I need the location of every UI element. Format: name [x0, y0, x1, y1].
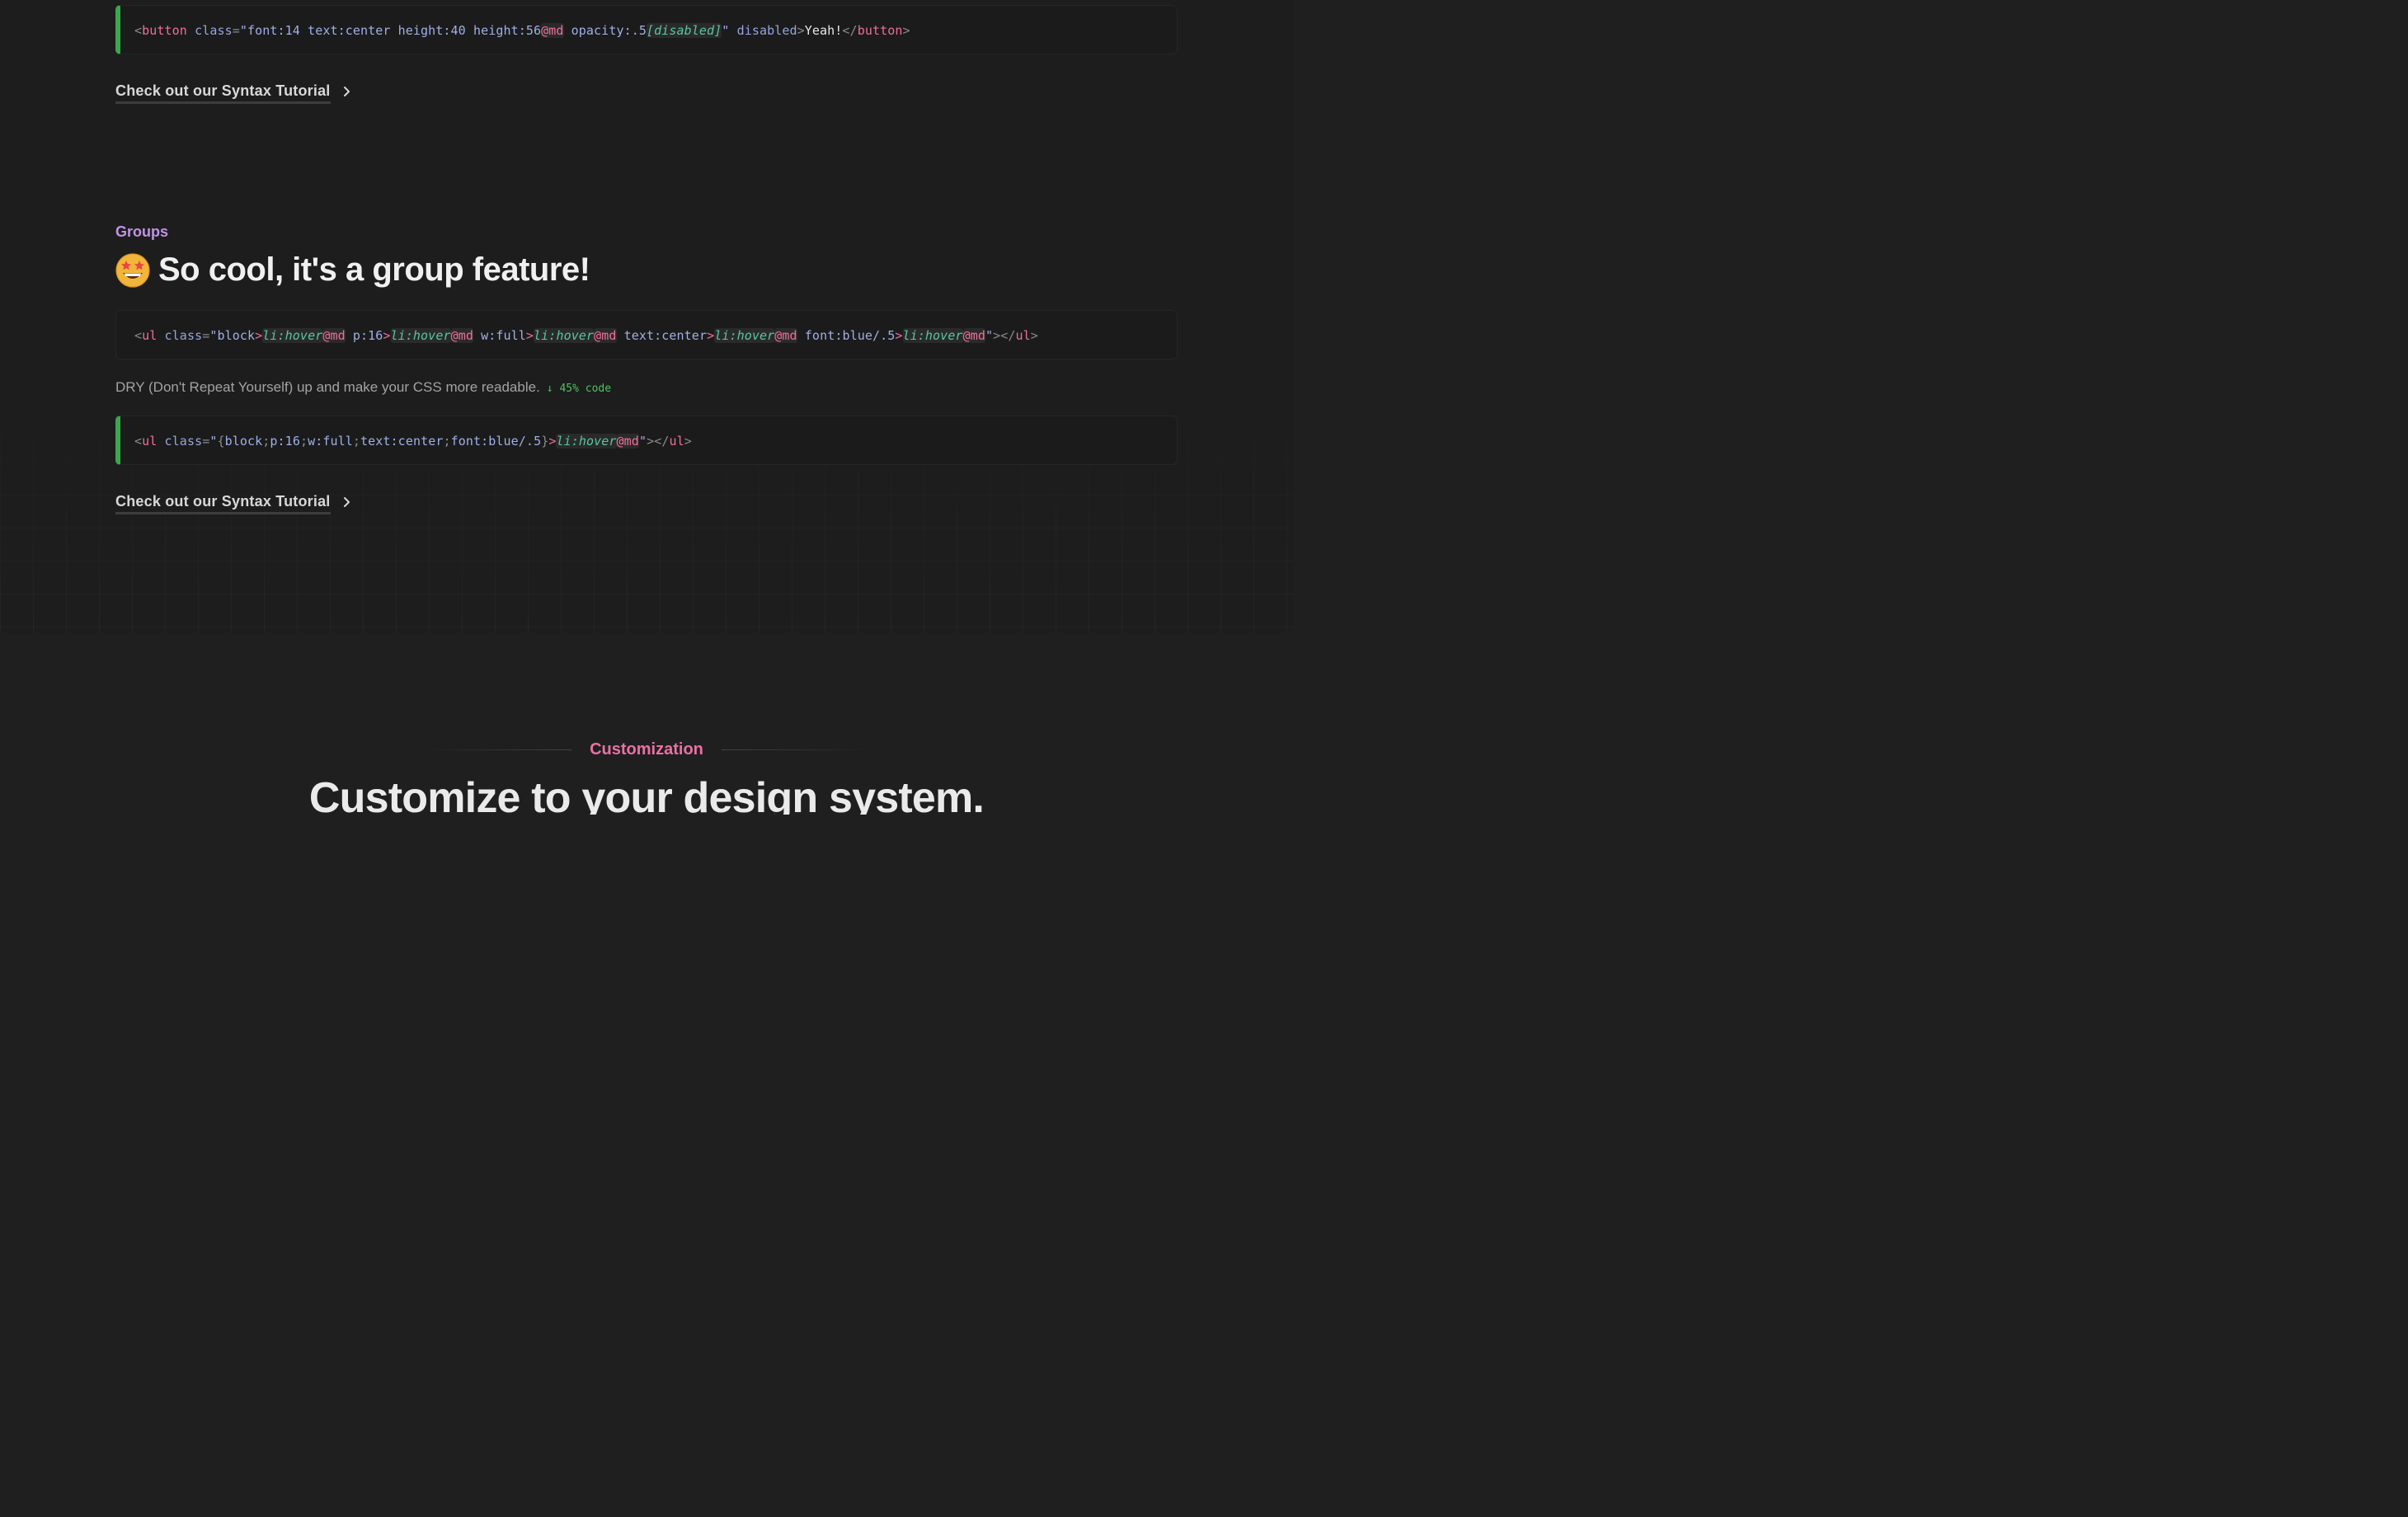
- code-token: p:16: [270, 434, 300, 449]
- code-token: class: [195, 23, 233, 38]
- code-token: [disabled]: [646, 23, 722, 38]
- syntax-tutorial-link-2[interactable]: Check out our Syntax Tutorial: [115, 493, 352, 514]
- code-token: =: [232, 23, 240, 38]
- code-block-group-compact: <ul class="{block;p:16;w:full;text:cente…: [115, 416, 1178, 465]
- code-token: >: [902, 23, 910, 38]
- code-token: <: [134, 328, 143, 343]
- code-token: ": [722, 23, 730, 38]
- code-token: li:hover: [534, 328, 595, 343]
- code-token: opacity:.5: [563, 23, 647, 38]
- code-token: >: [383, 328, 391, 343]
- code-token: @md: [616, 434, 639, 449]
- customization-eyebrow-label: Customization: [590, 740, 703, 758]
- code-token: >: [525, 328, 534, 343]
- code-token: w:full: [473, 328, 526, 343]
- code-token: font:blue/.5: [450, 434, 542, 449]
- code-token: =: [202, 328, 210, 343]
- code-token: ": [985, 328, 994, 343]
- groups-title: So cool, it's a group feature!: [158, 251, 590, 288]
- code-token: p:16: [345, 328, 383, 343]
- syntax-tutorial-link-label: Check out our Syntax Tutorial: [115, 82, 331, 104]
- code-token: button: [857, 23, 903, 38]
- divider-line: [721, 749, 870, 750]
- code-token: ": [239, 23, 248, 38]
- code-token: <: [134, 434, 143, 449]
- code-token: >: [647, 434, 655, 449]
- code-token: li:hover: [390, 328, 451, 343]
- code-token: </: [654, 434, 670, 449]
- code-token: >: [255, 328, 263, 343]
- syntax-tutorial-link[interactable]: Check out our Syntax Tutorial: [115, 82, 352, 104]
- code-token: @md: [541, 23, 564, 38]
- code-token: ul: [142, 434, 158, 449]
- page: <button class="font:14 text:center heigh…: [0, 0, 1293, 815]
- code-token: <: [134, 23, 143, 38]
- code-token: >: [1030, 328, 1038, 343]
- code-token: >: [797, 23, 805, 38]
- code-token: font:14 text:center height:40 height:56: [247, 23, 542, 38]
- code-token: ;: [443, 434, 451, 449]
- customization-eyebrow: Customization: [0, 740, 1293, 759]
- code-token: @md: [774, 328, 797, 343]
- code-block-button-example: <button class="font:14 text:center heigh…: [115, 5, 1178, 54]
- code-token: disabled: [736, 23, 797, 38]
- code-token: li:hover: [902, 328, 963, 343]
- code-token: class: [164, 434, 203, 449]
- code-token: class: [164, 328, 203, 343]
- code-token: ;: [352, 434, 361, 449]
- groups-eyebrow: Groups: [115, 223, 169, 240]
- divider-line: [423, 749, 572, 750]
- code-token: {: [217, 434, 225, 449]
- code-token: ": [638, 434, 647, 449]
- code-token: ul: [669, 434, 684, 449]
- code-token: text:center: [616, 328, 708, 343]
- code-token: li:hover: [262, 328, 323, 343]
- code-token: @md: [450, 328, 473, 343]
- code-token: @md: [322, 328, 346, 343]
- code-token: button: [142, 23, 187, 38]
- code-block-group-verbose: <ul class="block>li:hover@md p:16>li:hov…: [115, 310, 1178, 359]
- code-token: @md: [962, 328, 985, 343]
- code-token: }: [541, 434, 549, 449]
- code-token: >: [684, 434, 692, 449]
- star-struck-emoji-icon: [115, 252, 150, 288]
- code-token: block: [217, 328, 256, 343]
- code-token: ;: [299, 434, 308, 449]
- code-token: </: [1000, 328, 1016, 343]
- code-reduction-badge: ↓ 45% code: [546, 383, 612, 395]
- code-token: ul: [142, 328, 158, 343]
- code-token: li:hover: [556, 434, 617, 449]
- code-token: @md: [594, 328, 617, 343]
- code-token: </: [842, 23, 858, 38]
- syntax-tutorial-link-label: Check out our Syntax Tutorial: [115, 493, 331, 514]
- chevron-right-icon: [343, 497, 350, 507]
- groups-heading: So cool, it's a group feature!: [115, 251, 590, 289]
- code-token: font:blue/.5: [797, 328, 896, 343]
- code-token: li:hover: [714, 328, 775, 343]
- groups-description: DRY (Don't Repeat Yourself) up and make …: [115, 379, 611, 396]
- code-token: ul: [1015, 328, 1031, 343]
- code-token: block: [224, 434, 263, 449]
- customization-title: Customize to your design system.: [308, 774, 985, 815]
- code-token: Yeah!: [804, 23, 843, 38]
- code-token: >: [707, 328, 715, 343]
- code-token: =: [202, 434, 210, 449]
- code-token: >: [895, 328, 903, 343]
- code-token: text:center: [360, 434, 444, 449]
- code-token: >: [993, 328, 1001, 343]
- chevron-right-icon: [343, 87, 350, 96]
- code-token: w:full: [308, 434, 353, 449]
- groups-description-text: DRY (Don't Repeat Yourself) up and make …: [115, 379, 540, 395]
